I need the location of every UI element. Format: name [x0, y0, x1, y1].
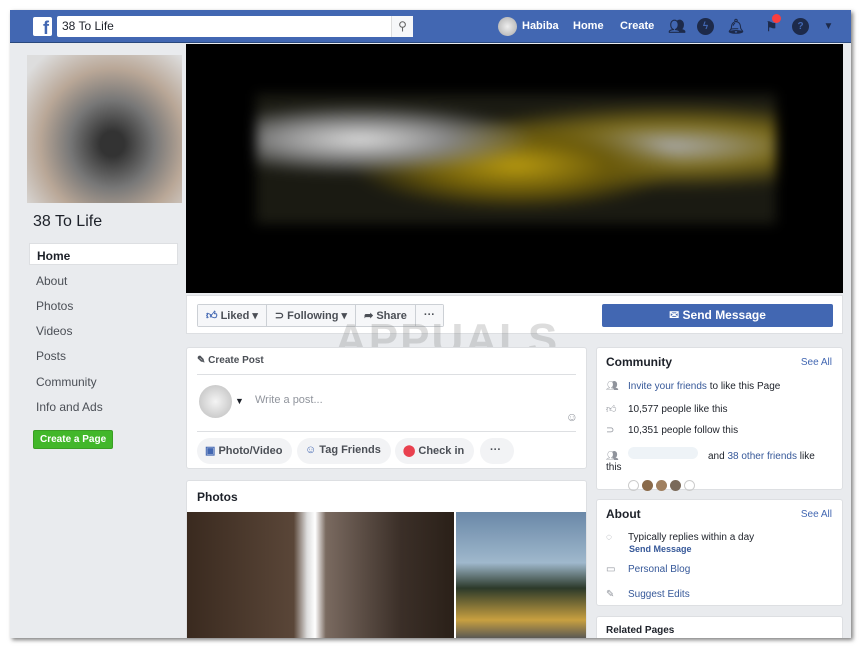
messenger-icon: ✉ [669, 308, 680, 322]
create-page-button[interactable]: Create a Page [33, 430, 114, 449]
create-post-card: ✎ Create Post ▼ Write a post... ☺ ▣ Phot… [186, 347, 587, 469]
tag-friends-label: Tag Friends [319, 444, 381, 456]
tag-friends-icon: ☺ [305, 444, 317, 456]
sidebar-item-community[interactable]: Community [29, 370, 178, 392]
facebook-logo-icon[interactable]: f [33, 17, 52, 38]
browser-window: f 38 To Life ⚲ Habiba Home Create 👥︎ ϟ 🔔︎… [10, 10, 851, 638]
thumbs-up-icon: 👍︎ [206, 310, 218, 322]
more-options-button[interactable]: ··· [480, 438, 514, 464]
follow-icon: ⊃ [606, 425, 615, 436]
create-link[interactable]: Create [620, 20, 654, 32]
friend-avatar[interactable] [628, 480, 639, 491]
check-in-label: Check in [418, 445, 465, 457]
photo-icon: ▣ [205, 445, 216, 457]
cover-blurred-image [256, 94, 776, 224]
friend-avatar[interactable] [656, 480, 667, 491]
friend-avatar[interactable] [670, 480, 681, 491]
community-see-all-link[interactable]: See All [801, 357, 832, 368]
tag-friends-button[interactable]: ☺ Tag Friends [297, 438, 391, 464]
liked-label: Liked [220, 310, 250, 322]
other-friends-link[interactable]: 38 other friends [727, 451, 797, 462]
community-card: Community See All 👥︎ Invite your friends … [596, 347, 843, 491]
home-link[interactable]: Home [573, 20, 604, 32]
post-input[interactable]: Write a post... [255, 394, 323, 406]
profile-picture[interactable] [27, 55, 182, 203]
sidebar-item-videos[interactable]: Videos [29, 319, 178, 341]
reply-time: Typically replies within a day [628, 532, 755, 543]
top-nav-bar: f 38 To Life ⚲ Habiba Home Create 👥︎ ϟ 🔔︎… [10, 10, 851, 43]
page-notifications-icon[interactable]: ⚑ [763, 14, 781, 35]
related-pages-title: Related Pages [606, 625, 675, 636]
photo-thumbnail[interactable] [187, 512, 454, 638]
photo-video-label: Photo/Video [218, 445, 283, 457]
send-message-button[interactable]: ✉ Send Message [602, 304, 833, 327]
related-pages-card: Related Pages [596, 616, 843, 638]
about-title: About [606, 507, 641, 521]
search-input[interactable]: 38 To Life ⚲ [57, 16, 413, 37]
profile-link[interactable]: Habiba [522, 20, 559, 32]
create-post-tab[interactable]: ✎ Create Post [197, 355, 264, 366]
page-title: 38 To Life [33, 213, 103, 230]
invite-friends-link[interactable]: Invite your friends [628, 381, 707, 392]
invite-text: to like this Page [706, 381, 781, 392]
sidebar-item-info-and-ads[interactable]: Info and Ads [29, 395, 178, 417]
category-icon: ▭ [606, 564, 616, 575]
help-icon[interactable]: ? [792, 18, 809, 35]
friends-icon: 👥︎ [606, 451, 619, 462]
liked-button[interactable]: 👍︎ Liked ▾ [198, 305, 267, 326]
left-sidebar: 38 To Life Home About Photos Videos Post… [10, 44, 186, 638]
account-menu-chevron-icon[interactable]: ▼ [820, 18, 837, 35]
photos-card: Photos [186, 480, 587, 638]
poster-avatar[interactable] [199, 385, 232, 418]
suggest-edits-link[interactable]: Suggest Edits [628, 589, 690, 600]
poster-dropdown-icon[interactable]: ▼ [235, 396, 244, 406]
search-value: 38 To Life [62, 19, 114, 33]
rss-icon: ⊃ [274, 310, 285, 322]
search-icon[interactable]: ⚲ [391, 16, 413, 37]
cover-photo[interactable] [186, 44, 843, 293]
following-label: Following [287, 310, 339, 322]
sidebar-item-posts[interactable]: Posts [29, 344, 178, 366]
sidebar-item-home[interactable]: Home [29, 243, 178, 265]
friend-avatar[interactable] [684, 480, 695, 491]
notification-badge [772, 14, 781, 23]
follows-count: 10,351 people follow this [628, 425, 739, 436]
photo-thumbnail[interactable] [456, 512, 586, 638]
community-title: Community [606, 355, 672, 369]
pencil-icon: ✎ [197, 355, 206, 366]
likes-count: 10,577 people like this [628, 404, 728, 415]
divider [197, 431, 576, 432]
about-send-message-link[interactable]: Send Message [629, 544, 692, 554]
like-icon: 👍︎ [606, 404, 617, 415]
invite-friends-icon: 👥︎ [606, 381, 619, 392]
divider [197, 374, 576, 375]
messenger-icon[interactable]: ϟ [697, 18, 714, 35]
emoji-icon[interactable]: ☺ [566, 410, 578, 424]
friend-avatar[interactable] [642, 480, 653, 491]
sidebar-item-about[interactable]: About [29, 269, 178, 291]
sidebar-item-photos[interactable]: Photos [29, 294, 178, 316]
user-avatar[interactable] [498, 17, 517, 36]
friends-pre: and [708, 451, 728, 462]
friend-avatars [628, 480, 695, 491]
category-link[interactable]: Personal Blog [628, 564, 690, 575]
pencil-icon: ✎ [606, 589, 615, 600]
photo-video-button[interactable]: ▣ Photo/Video [197, 438, 293, 464]
blurred-friend-names [628, 447, 698, 459]
send-message-label: Send Message [682, 308, 766, 322]
location-pin-icon: ⬤ [403, 445, 416, 457]
create-post-title: Create Post [208, 355, 264, 366]
messenger-icon: ◌ [606, 532, 612, 543]
notifications-bell-icon[interactable]: 🔔︎ [727, 18, 745, 35]
photos-title[interactable]: Photos [197, 490, 238, 504]
about-card: About See All ◌ Typically replies within … [596, 499, 843, 606]
check-in-button[interactable]: ⬤ Check in [395, 438, 475, 464]
about-see-all-link[interactable]: See All [801, 509, 832, 520]
friend-requests-icon[interactable]: 👥︎ [668, 18, 686, 35]
